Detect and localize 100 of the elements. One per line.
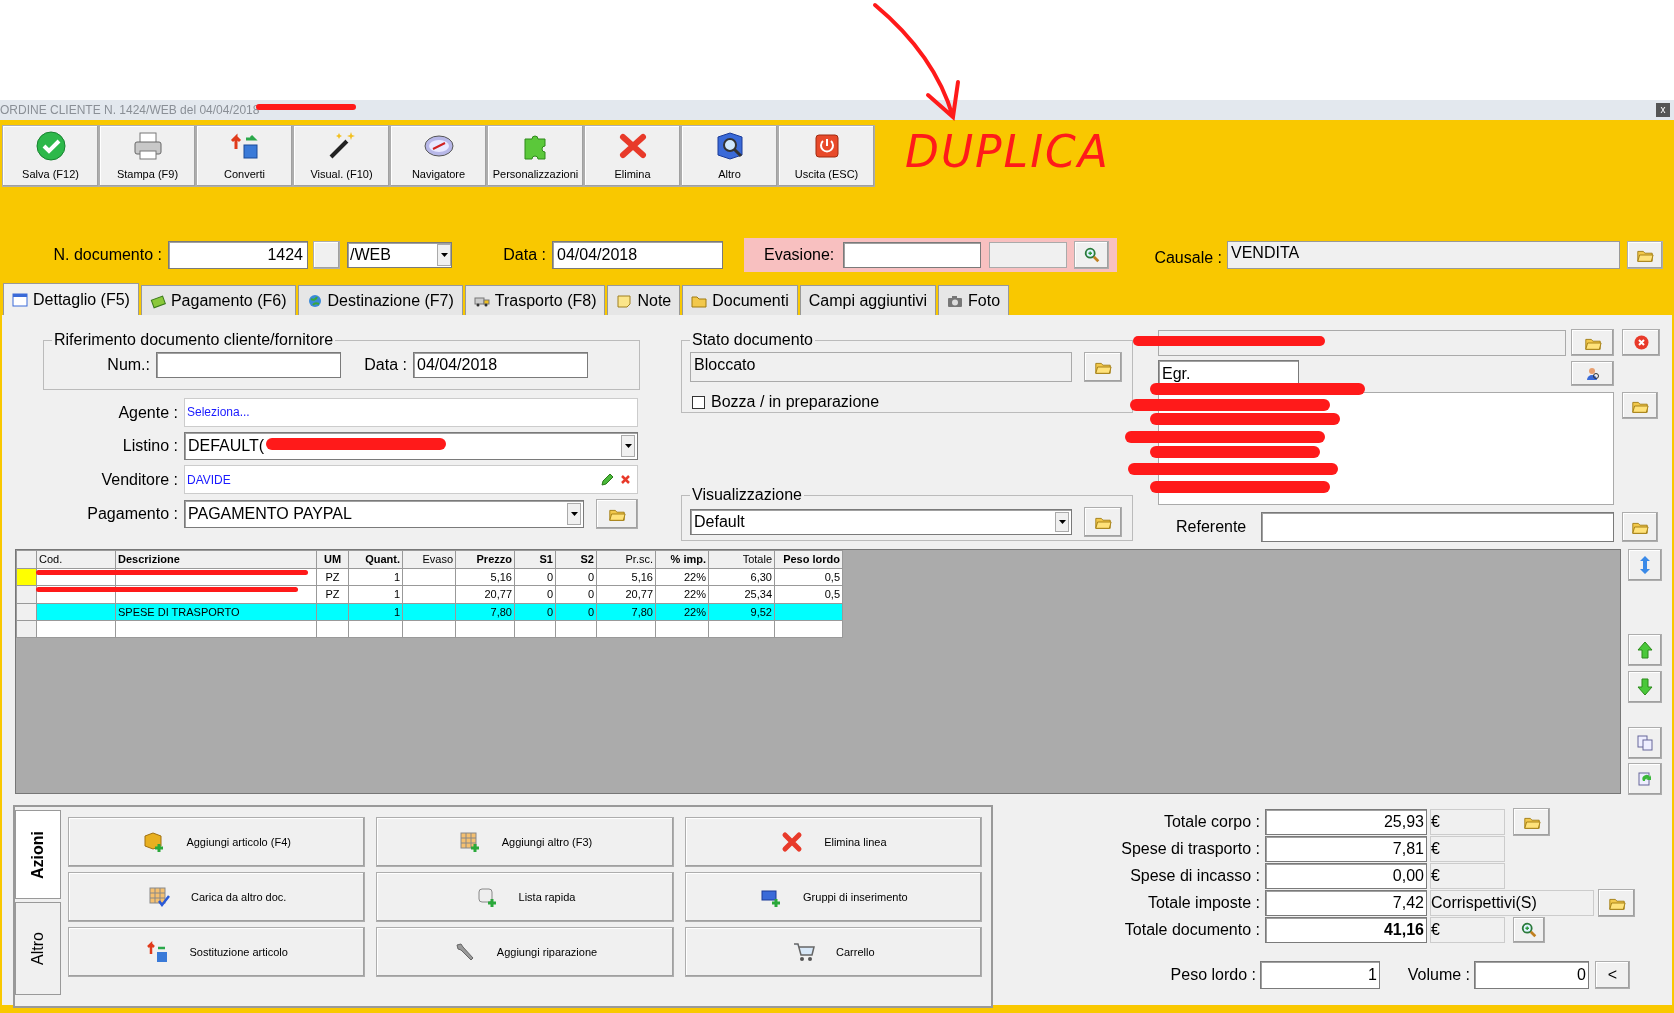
side-button[interactable]: [1628, 727, 1662, 759]
field-label: N. documento :: [52, 245, 163, 265]
table-cell: 0: [546, 570, 553, 583]
column-header[interactable]: Evaso: [402, 550, 456, 568]
action-button[interactable]: Elimina linea: [684, 817, 982, 867]
checkbox[interactable]: [692, 395, 705, 409]
column-header[interactable]: UM: [316, 550, 349, 568]
volume-field[interactable]: 0: [1474, 961, 1589, 989]
seller-field[interactable]: DAVIDE: [184, 465, 638, 494]
document-number-field[interactable]: 1424: [168, 241, 308, 269]
action-button[interactable]: Aggiungi articolo (F4): [68, 817, 366, 867]
action-button[interactable]: Carica da altro doc.: [68, 872, 366, 922]
side-button[interactable]: [1628, 634, 1662, 666]
causale-field[interactable]: VENDITA: [1227, 241, 1620, 269]
column-header[interactable]: Quant.: [348, 550, 403, 568]
field-label: Referente: [1176, 517, 1248, 537]
tab[interactable]: Foto: [938, 285, 1010, 315]
date-field[interactable]: 04/04/2018: [413, 352, 588, 378]
action-button[interactable]: Aggiungi riparazione: [376, 927, 674, 977]
table-cell: 1: [393, 588, 400, 600]
toolbar-button[interactable]: Navigatore: [390, 125, 487, 187]
column-header[interactable]: Peso lordo: [774, 550, 843, 568]
table-cell: 0: [587, 570, 594, 583]
up-arrow-icon: [1637, 641, 1653, 659]
side-button[interactable]: [1628, 549, 1662, 581]
toolbar-button[interactable]: Altro: [681, 125, 778, 187]
search-icon: [1082, 246, 1101, 264]
tab[interactable]: Dettaglio (F5): [3, 283, 139, 315]
side-button[interactable]: [1628, 763, 1662, 795]
toolbar-button[interactable]: Salva (F12): [2, 125, 99, 187]
folder-button[interactable]: [1513, 807, 1550, 836]
folder-button[interactable]: [1571, 329, 1614, 356]
toolbar-button[interactable]: Elimina: [584, 125, 681, 187]
toolbar-button[interactable]: Uscita (ESC): [778, 125, 875, 187]
tab[interactable]: Pagamento (F6): [140, 285, 296, 315]
table-cell: 20,77: [625, 588, 653, 600]
total-unit: €: [1430, 862, 1505, 889]
action-button[interactable]: Lista rapida: [376, 872, 674, 922]
convert-icon: [145, 940, 170, 964]
series-dropdown[interactable]: /WEB: [347, 242, 452, 268]
person-search-button[interactable]: [1571, 361, 1614, 386]
folder-button[interactable]: [1622, 392, 1658, 419]
dropdown-field[interactable]: PAGAMENTO PAYPAL: [184, 500, 584, 528]
toolbar-button[interactable]: Personalizzazioni: [487, 125, 584, 187]
column-header[interactable]: S2: [555, 550, 597, 568]
tab[interactable]: Destinazione (F7): [297, 285, 463, 315]
toolbar-button[interactable]: Visual. (F10): [293, 125, 390, 187]
column-header[interactable]: Prezzo: [455, 550, 515, 568]
blank-field[interactable]: [313, 241, 340, 269]
table-cell: PZ: [325, 570, 340, 583]
side-tab[interactable]: Altro: [15, 902, 61, 995]
table-cell: 25,34: [744, 588, 772, 600]
column-header[interactable]: Pr.sc.: [596, 550, 656, 568]
evasione-date-field[interactable]: [843, 242, 981, 268]
folder-button[interactable]: [596, 499, 638, 529]
table-cell: 20,77: [484, 588, 512, 600]
table-cell: 0,5: [824, 588, 840, 600]
side-button[interactable]: [1628, 671, 1662, 703]
close-button[interactable]: x: [1656, 103, 1670, 117]
table-cell: 22%: [683, 588, 706, 600]
column-header[interactable]: Cod.: [36, 550, 116, 568]
column-header[interactable]: Totale: [708, 550, 775, 568]
folder-button[interactable]: [1627, 241, 1663, 269]
folder-button[interactable]: [1084, 352, 1122, 382]
column-header[interactable]: Descrizione: [115, 550, 317, 568]
action-button[interactable]: Carrello: [684, 927, 982, 977]
table-cell: 0,5: [824, 570, 840, 583]
folder-button[interactable]: [1598, 888, 1635, 917]
field-label: Venditore :: [100, 469, 179, 490]
num-field[interactable]: [156, 352, 341, 378]
collapse-button[interactable]: <: [1595, 961, 1630, 989]
column-header[interactable]: % imp.: [655, 550, 709, 568]
refresh-icon: [1637, 771, 1653, 787]
referente-field[interactable]: [1261, 512, 1614, 542]
tab[interactable]: Campi aggiuntivi: [799, 285, 937, 315]
column-header[interactable]: S1: [514, 550, 556, 568]
folder-button[interactable]: [1084, 507, 1122, 537]
toolbar-button[interactable]: Converti: [196, 125, 293, 187]
weight-field[interactable]: 1: [1260, 961, 1380, 989]
field-label: Num.:: [106, 355, 151, 375]
folder-button[interactable]: [1622, 512, 1658, 542]
total-value: 25,93: [1265, 808, 1427, 835]
side-tab[interactable]: Azioni: [15, 810, 61, 899]
agent-field[interactable]: Seleziona...: [184, 398, 638, 427]
toolbar-button[interactable]: Stampa (F9): [99, 125, 196, 187]
tab[interactable]: Trasporto (F8): [464, 285, 606, 315]
action-button[interactable]: Sostituzione articolo: [68, 927, 366, 977]
evasione-time-field[interactable]: [989, 242, 1067, 268]
search-button[interactable]: [1513, 916, 1545, 943]
table-cell: 9,52: [750, 605, 772, 618]
date-field[interactable]: 04/04/2018: [552, 241, 723, 269]
search-button[interactable]: [1074, 241, 1109, 269]
tab[interactable]: Documenti: [682, 285, 798, 315]
window-icon: [12, 291, 28, 308]
tab[interactable]: Note: [607, 285, 681, 315]
action-button[interactable]: Gruppi di inserimento: [684, 872, 982, 922]
total-label: Totale corpo :: [1162, 811, 1261, 832]
dropdown-field[interactable]: Default: [690, 509, 1072, 535]
action-button[interactable]: Aggiungi altro (F3): [376, 817, 674, 867]
remove-button[interactable]: [1622, 329, 1660, 356]
